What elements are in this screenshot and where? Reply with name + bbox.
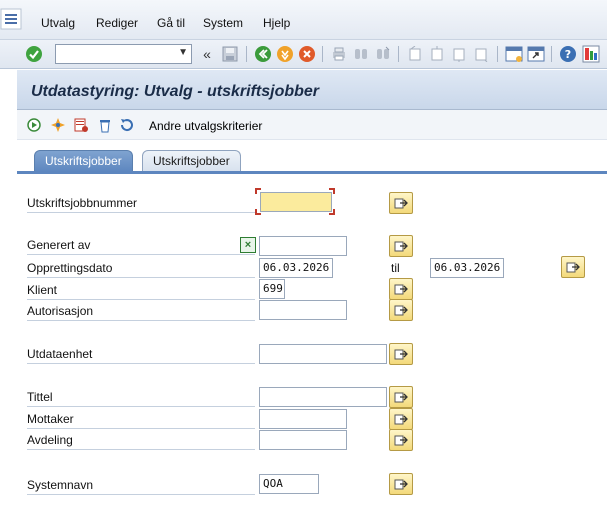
refresh-icon[interactable] — [118, 116, 136, 134]
customize-layout-icon[interactable] — [581, 44, 601, 64]
collapse-command-icon[interactable]: « — [197, 44, 217, 64]
find-icon[interactable] — [351, 44, 371, 64]
execute-icon[interactable] — [25, 116, 43, 134]
recipient-input[interactable] — [259, 409, 347, 429]
menu-bar: Utvalg Rediger Gå til System Hjelp — [0, 0, 607, 40]
first-page-icon[interactable] — [405, 44, 425, 64]
tab-strip: Utskriftsjobber Utskriftsjobber — [17, 150, 607, 172]
left-margin — [0, 70, 17, 511]
multiple-selection-button[interactable] — [389, 429, 413, 451]
spool-number-input[interactable] — [260, 192, 332, 212]
output-device-input[interactable] — [259, 344, 387, 364]
chevron-down-icon[interactable]: ▼ — [178, 47, 188, 58]
created-on-to-label: til — [391, 261, 400, 275]
save-icon[interactable] — [220, 44, 240, 64]
selection-form: Utskriftsjobbnummer Generert av × Oppret… — [17, 174, 607, 511]
multiple-selection-button[interactable] — [561, 256, 585, 278]
menu-utvalg[interactable]: Utvalg — [41, 16, 75, 30]
back-icon[interactable] — [253, 44, 273, 64]
created-on-label: Opprettingsdato — [27, 261, 113, 275]
title-bar: Utdatastyring: Utvalg - utskriftsjobber — [17, 70, 607, 110]
multiple-selection-button[interactable] — [389, 278, 413, 300]
menu-rediger[interactable]: Rediger — [96, 16, 138, 30]
created-by-input[interactable] — [259, 236, 347, 256]
created-on-from-input[interactable]: 06.03.2026 — [259, 258, 333, 278]
application-toolbar: Andre utvalgskriterier — [17, 110, 607, 140]
find-next-icon[interactable] — [373, 44, 393, 64]
multiple-selection-button[interactable] — [389, 235, 413, 257]
spool-number-label: Utskriftsjobbnummer — [27, 196, 138, 210]
created-on-to-input[interactable]: 06.03.2026 — [430, 258, 504, 278]
next-page-icon[interactable] — [449, 44, 469, 64]
new-session-icon[interactable] — [504, 44, 524, 64]
multiple-selection-button[interactable] — [389, 386, 413, 408]
trash-icon[interactable] — [96, 116, 114, 134]
last-page-icon[interactable] — [471, 44, 491, 64]
department-label: Avdeling — [27, 433, 73, 447]
recipient-label: Mottaker — [27, 412, 74, 426]
title-label: Tittel — [27, 390, 53, 404]
tab-utskriftsjobber-1[interactable]: Utskriftsjobber — [34, 150, 133, 172]
prev-page-icon[interactable] — [427, 44, 447, 64]
tab-utskriftsjobber-2[interactable]: Utskriftsjobber — [142, 150, 241, 172]
menu-ga-til[interactable]: Gå til — [157, 16, 185, 30]
menu-hjelp[interactable]: Hjelp — [263, 16, 290, 30]
multiple-selection-button[interactable] — [389, 408, 413, 430]
exit-icon[interactable] — [275, 44, 295, 64]
get-variant-icon[interactable] — [49, 116, 67, 134]
authorization-label: Autorisasjon — [27, 304, 94, 318]
menu-system[interactable]: System — [203, 16, 243, 30]
enter-icon[interactable] — [24, 44, 44, 64]
title-input[interactable] — [259, 387, 387, 407]
help-icon[interactable]: ? — [558, 44, 578, 64]
svg-text:?: ? — [565, 48, 571, 61]
delete-variant-icon[interactable] — [72, 116, 90, 134]
multiple-selection-button[interactable] — [389, 192, 413, 214]
system-name-input[interactable]: QOA — [259, 474, 319, 494]
multiple-selection-button[interactable] — [389, 343, 413, 365]
print-icon[interactable] — [329, 44, 349, 64]
shortcut-icon[interactable] — [526, 44, 546, 64]
client-label: Klient — [27, 283, 58, 297]
page-title: Utdatastyring: Utvalg - utskriftsjobber — [31, 83, 320, 100]
system-name-label: Systemnavn — [27, 478, 94, 492]
command-field[interactable]: ▼ — [55, 44, 192, 64]
window-menu-icon[interactable] — [0, 8, 22, 30]
other-criteria-button[interactable]: Andre utvalgskriterier — [149, 119, 262, 133]
created-by-label: Generert av — [27, 238, 91, 252]
client-input[interactable]: 699 — [259, 279, 285, 299]
output-device-label: Utdataenhet — [27, 347, 93, 361]
exclude-selection-icon[interactable]: × — [240, 237, 256, 253]
department-input[interactable] — [259, 430, 347, 450]
cancel-icon[interactable] — [297, 44, 317, 64]
multiple-selection-button[interactable] — [389, 473, 413, 495]
multiple-selection-button[interactable] — [389, 299, 413, 321]
authorization-input[interactable] — [259, 300, 347, 320]
